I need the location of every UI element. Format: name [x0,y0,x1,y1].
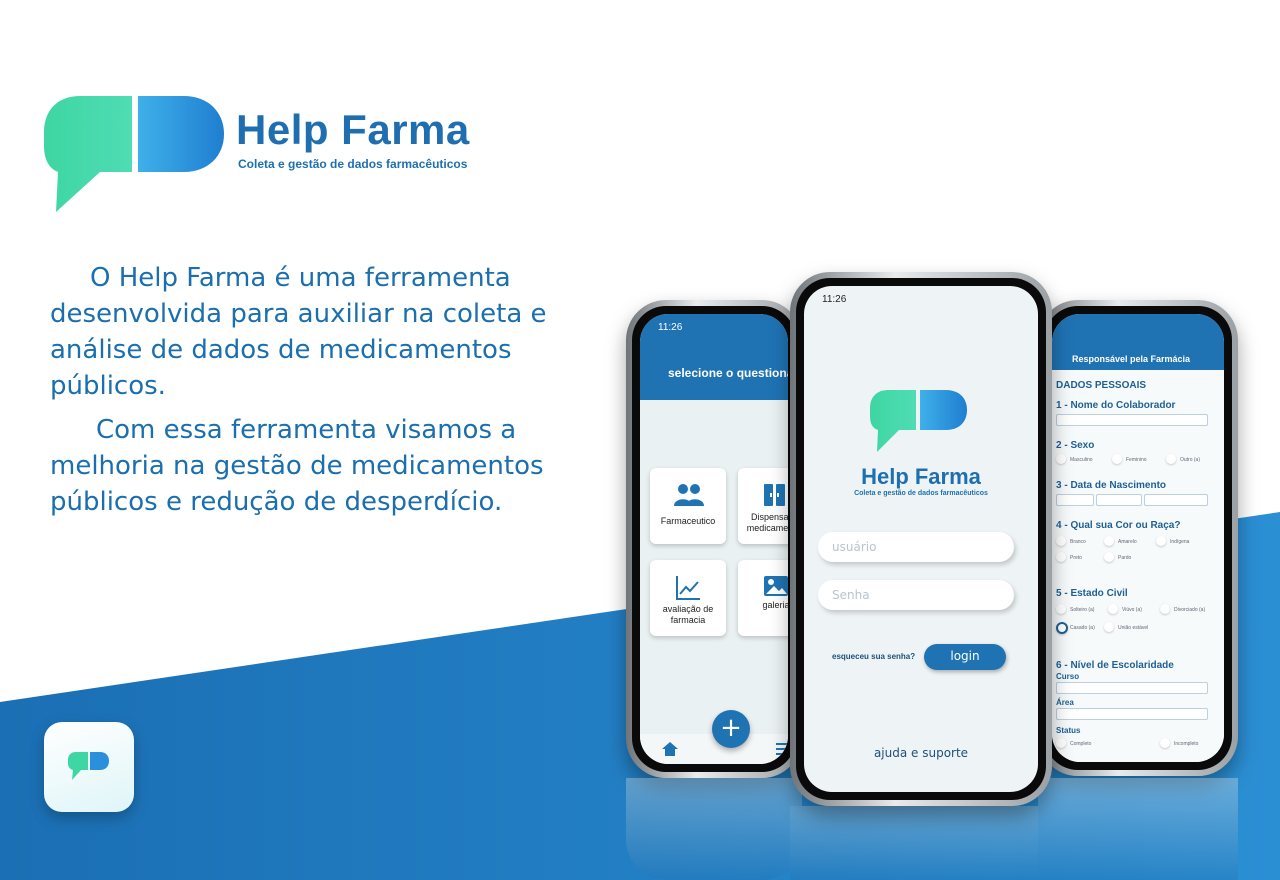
opt-label: Amarelo [1118,539,1137,545]
cabinet-icon [764,484,785,506]
users-icon [674,484,704,506]
username-input[interactable]: usuário [818,532,1014,562]
forgot-password-link[interactable]: esqueceu sua senha? [832,652,915,661]
q3-year-input[interactable] [1144,494,1208,506]
q3-day-input[interactable] [1056,494,1094,506]
phone-questionnaire-selector: 11:26 selecione o questionário Farmaceut… [626,300,802,778]
right-header-title: Responsável pela Farmácia [1072,354,1191,364]
section-title: DADOS PESSOAIS [1056,380,1147,391]
q5-label: 5 - Estado Civil [1056,588,1128,599]
radio-preto[interactable] [1056,552,1066,562]
login-button[interactable]: login [924,644,1006,670]
image-icon [764,576,788,596]
opt-label: Branco [1070,539,1086,545]
phone-login: 11:26 Help Farma Coleta e gestão de dado… [790,272,1052,806]
password-input[interactable]: Senha [818,580,1014,610]
q1-input[interactable] [1056,414,1208,426]
curso-label: Curso [1056,672,1080,681]
right-header: Responsável pela Farmácia [1052,314,1224,370]
left-header: 11:26 selecione o questionário [640,314,788,400]
radio-outro[interactable] [1166,454,1176,464]
q4-label: 4 - Qual sua Cor ou Raça? [1056,520,1181,531]
form-body: DADOS PESSOAIS 1 - Nome do Colaborador 2… [1052,370,1224,762]
radio-divorciado[interactable] [1160,604,1170,614]
intro-text: O Help Farma é uma ferramenta desenvolvi… [50,260,590,528]
chart-icon [676,576,700,600]
opt-label: União estável [1118,625,1149,631]
opt-label: Pardo [1118,555,1132,561]
brand-name: Help Farma [236,106,470,153]
brand-tagline: Coleta e gestão de dados farmacêuticos [238,157,468,171]
opt-label: Incompleto [1174,741,1199,747]
radio-incompleto[interactable] [1160,738,1170,748]
status-time: 11:26 [822,294,847,305]
card-galeria[interactable]: galeria [738,560,788,636]
left-header-title: selecione o questionário [668,366,788,380]
status-label: Status [1056,726,1081,735]
status-time: 11:26 [658,322,683,333]
card-label: Dispensa de medicamentos [746,512,788,533]
radio-uniao[interactable] [1104,622,1114,632]
phone-form: Responsável pela Farmácia DADOS PESSOAIS… [1038,300,1238,776]
app-icon[interactable] [44,722,134,812]
opt-label: Indígena [1170,539,1190,545]
card-farmaceutico[interactable]: Farmaceutico [650,468,726,544]
intro-paragraph-1: O Help Farma é uma ferramenta desenvolvi… [50,263,547,401]
radio-casado-selected[interactable] [1056,622,1068,634]
area-input[interactable] [1056,708,1208,720]
radio-viuvo[interactable] [1108,604,1118,614]
menu-icon[interactable] [776,743,788,755]
opt-label: Preto [1070,555,1082,561]
opt-label: Feminino [1126,457,1147,463]
radio-indigena[interactable] [1156,536,1166,546]
app-logo-icon [68,752,109,780]
intro-paragraph-2: Com essa ferramenta visamos a melhoria n… [50,415,544,517]
radio-pardo[interactable] [1104,552,1114,562]
q3-label: 3 - Data de Nascimento [1056,480,1167,491]
card-label: Farmaceutico [660,516,716,526]
opt-label: Completo [1070,741,1092,747]
area-label: Área [1056,698,1074,707]
q3-month-input[interactable] [1096,494,1142,506]
card-dispensa[interactable]: Dispensa de medicamentos [738,468,788,544]
add-button[interactable]: + [712,710,750,748]
login-title: Help Farma [861,464,981,489]
help-support-link[interactable]: ajuda e suporte [804,746,1038,760]
radio-amarelo[interactable] [1104,536,1114,546]
radio-solteiro[interactable] [1056,604,1066,614]
radio-completo[interactable] [1056,738,1066,748]
card-avaliacao[interactable]: avaliação de farmacia [650,560,726,636]
opt-label: Viúvo (a) [1122,607,1142,613]
radio-masculino[interactable] [1056,454,1066,464]
card-label: galeria [762,600,788,610]
radio-branco[interactable] [1056,536,1066,546]
q1-label: 1 - Nome do Colaborador [1056,400,1176,411]
home-icon[interactable] [662,742,678,756]
radio-feminino[interactable] [1112,454,1122,464]
opt-label: Outro (a) [1180,457,1201,463]
opt-label: Solteiro (a) [1070,607,1095,613]
q2-label: 2 - Sexo [1056,440,1095,451]
brand-logo [44,96,226,220]
login-logo [870,390,968,458]
curso-input[interactable] [1056,682,1208,694]
login-subtitle: Coleta e gestão de dados farmacêuticos [854,490,988,497]
opt-label: Casado (a) [1070,625,1095,631]
opt-label: Divorciado (a) [1174,607,1206,613]
card-label: avaliação de farmacia [662,604,714,625]
q6-label: 6 - Nível de Escolaridade [1056,660,1174,671]
opt-label: Masculino [1070,457,1093,463]
